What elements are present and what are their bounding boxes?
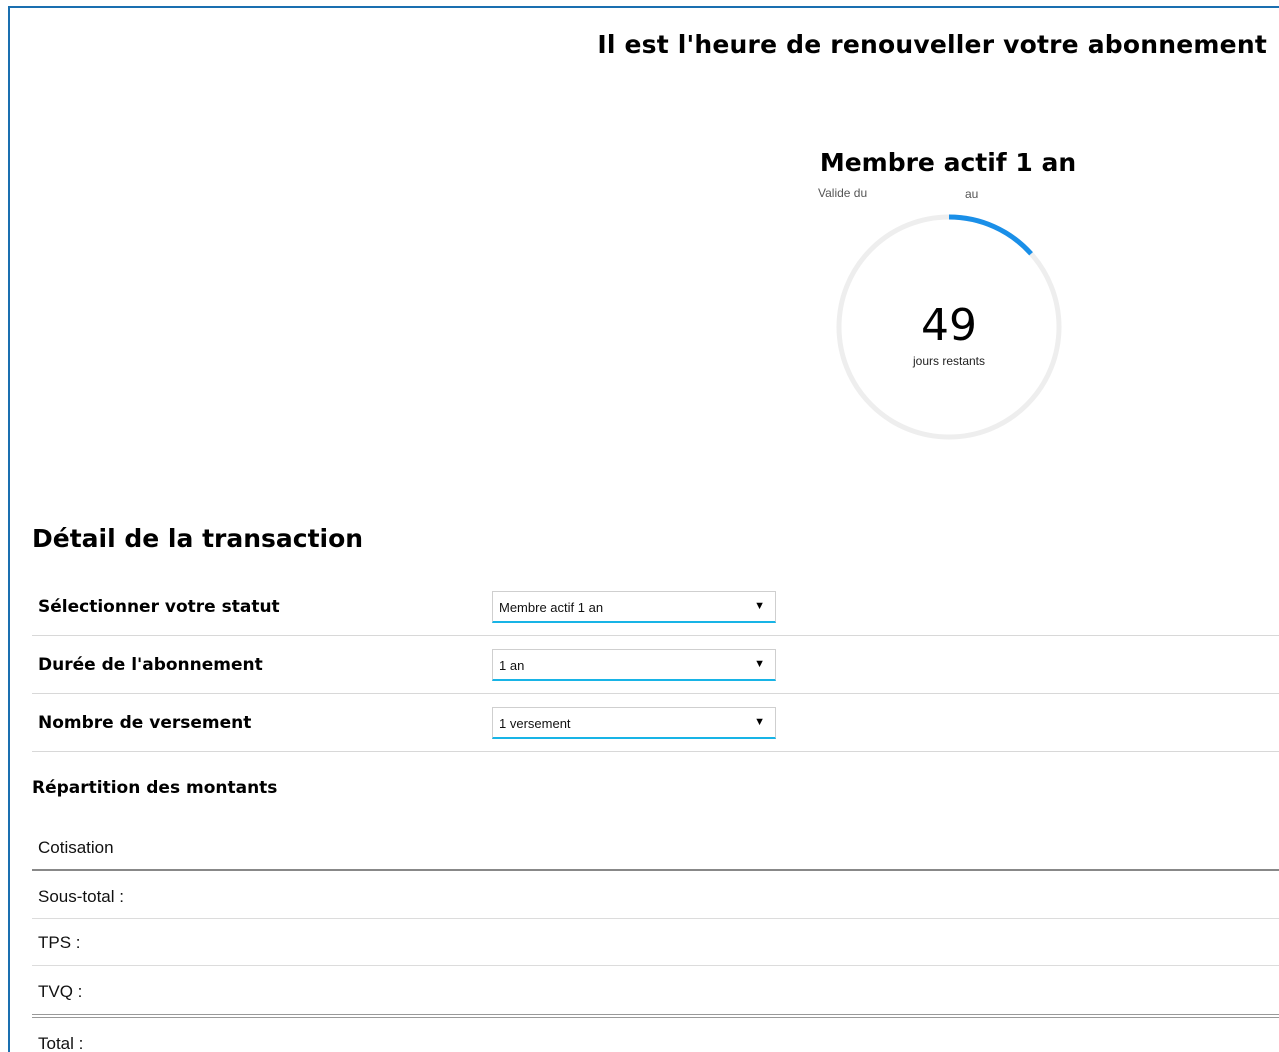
installments-select-value: 1 versement	[499, 716, 571, 731]
subtotal-row: Sous-total :	[32, 871, 1279, 919]
status-select[interactable]: Membre actif 1 an ▼	[492, 591, 776, 623]
chevron-down-icon: ▼	[754, 716, 765, 728]
amounts-section-title: Répartition des montants	[32, 778, 278, 798]
cotisation-row: Cotisation	[32, 824, 1279, 871]
valid-from-label: Valide du	[818, 186, 868, 200]
installments-select[interactable]: 1 versement ▼	[492, 707, 776, 739]
status-label: Sélectionner votre statut	[38, 596, 280, 617]
transaction-section-title: Détail de la transaction	[32, 524, 364, 553]
days-remaining-label: jours restants	[912, 354, 986, 368]
chevron-down-icon: ▼	[754, 600, 765, 612]
duration-select-value: 1 an	[499, 658, 525, 673]
tvq-row: TVQ :	[32, 966, 1279, 1018]
duration-select[interactable]: 1 an ▼	[492, 649, 776, 681]
chevron-down-icon: ▼	[754, 658, 765, 670]
valid-to-label: au	[965, 187, 979, 201]
installments-row: Nombre de versement 1 versement ▼	[32, 694, 1279, 752]
duration-label: Durée de l'abonnement	[38, 654, 263, 675]
total-label: Total :	[38, 1034, 84, 1052]
status-select-value: Membre actif 1 an	[499, 600, 604, 615]
page-title: Il est l'heure de renouveller votre abon…	[597, 30, 1267, 59]
status-row: Sélectionner votre statut Membre actif 1…	[32, 578, 1279, 636]
days-remaining-value: 49	[921, 300, 977, 351]
tps-row: TPS :	[32, 919, 1279, 966]
subtotal-label: Sous-total :	[38, 887, 124, 906]
membership-plan-name: Membre actif 1 an	[819, 148, 1077, 177]
total-row: Total :	[32, 1018, 1279, 1052]
duration-row: Durée de l'abonnement 1 an ▼	[32, 636, 1279, 694]
tvq-label: TVQ :	[38, 982, 83, 1001]
tps-label: TPS :	[38, 933, 81, 952]
installments-label: Nombre de versement	[38, 712, 252, 733]
cotisation-label: Cotisation	[38, 838, 114, 857]
